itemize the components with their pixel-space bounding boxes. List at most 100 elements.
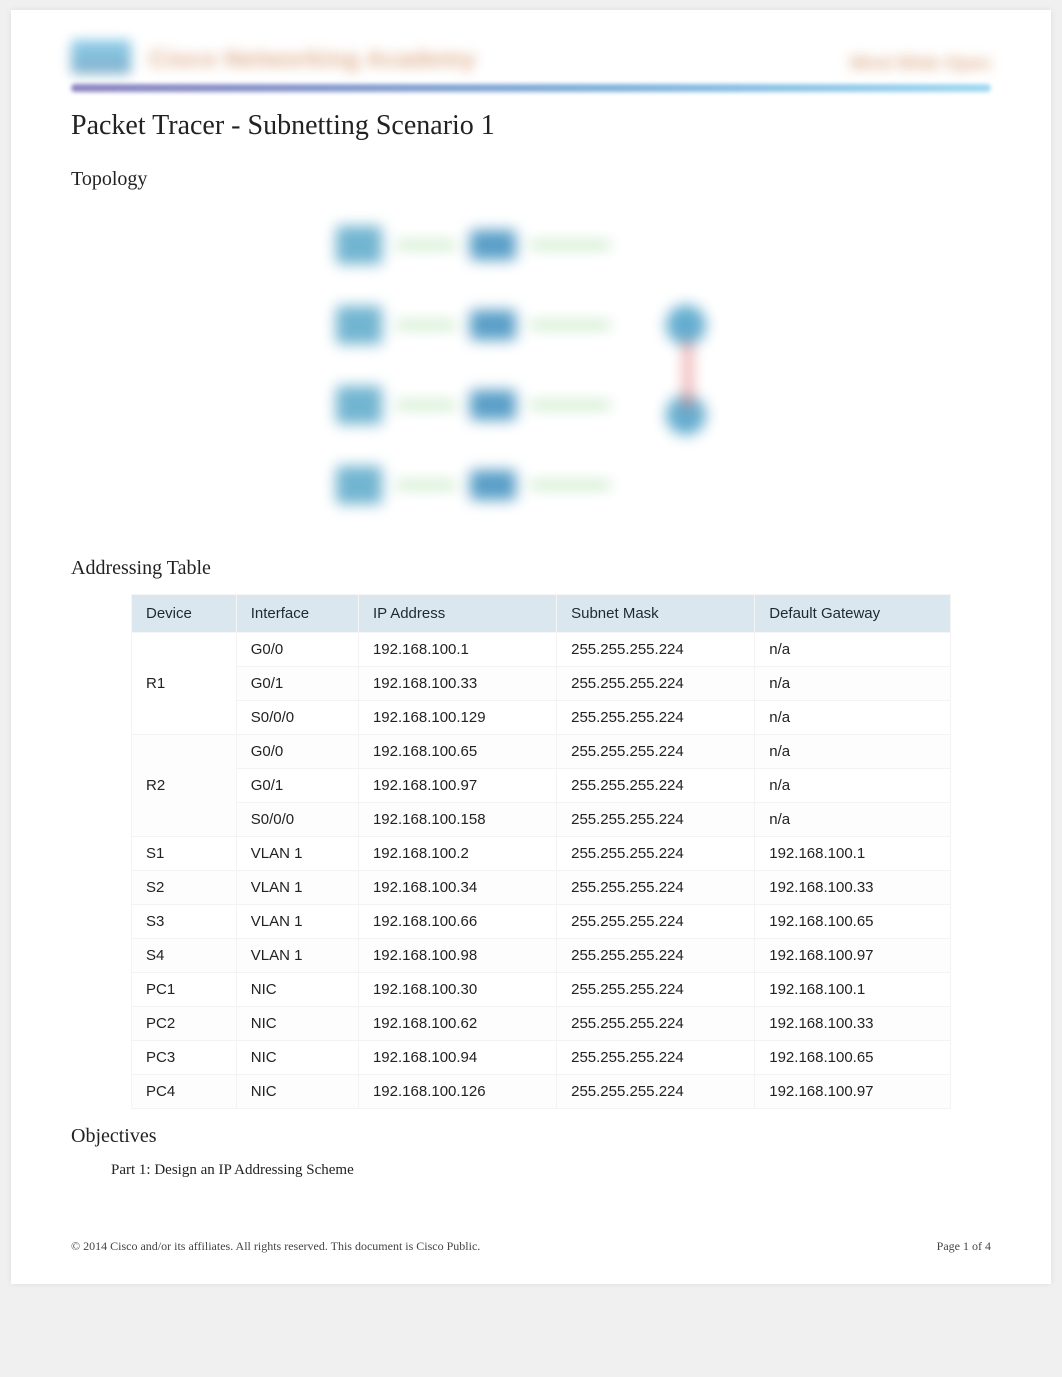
document-page: Cisco Networking Academy Mind Wide Open …	[11, 10, 1051, 1284]
cell-gateway: 192.168.100.97	[755, 939, 951, 973]
switch-icon	[470, 390, 516, 420]
serial-link-icon	[685, 340, 691, 410]
switch-icon	[470, 310, 516, 340]
section-addressing-table: Addressing Table	[71, 557, 991, 580]
table-row: R1G0/0192.168.100.1255.255.255.224n/a	[132, 633, 951, 667]
cell-gateway: 192.168.100.97	[755, 1075, 951, 1109]
cell-interface: NIC	[236, 1041, 358, 1075]
switch-icon	[470, 470, 516, 500]
cell-device: R1	[132, 633, 237, 735]
cell-gateway: 192.168.100.1	[755, 973, 951, 1007]
logo-left-group: Cisco Networking Academy	[71, 40, 476, 74]
footer-page: Page 1 of 4	[937, 1239, 991, 1254]
pc-icon	[336, 386, 382, 424]
cell-interface: VLAN 1	[236, 837, 358, 871]
cell-mask: 255.255.255.224	[557, 1075, 755, 1109]
cell-ip: 192.168.100.65	[358, 735, 556, 769]
cell-ip: 192.168.100.34	[358, 871, 556, 905]
table-row: S0/0/0192.168.100.158255.255.255.224n/a	[132, 803, 951, 837]
pc-icon	[336, 306, 382, 344]
cell-interface: S0/0/0	[236, 803, 358, 837]
col-ip: IP Address	[358, 595, 556, 633]
cell-device: PC1	[132, 973, 237, 1007]
objective-part1: Part 1: Design an IP Addressing Scheme	[111, 1162, 991, 1179]
cell-device: R2	[132, 735, 237, 837]
cell-interface: NIC	[236, 1007, 358, 1041]
cell-gateway: n/a	[755, 803, 951, 837]
section-topology: Topology	[71, 168, 991, 191]
page-footer: © 2014 Cisco and/or its affiliates. All …	[71, 1239, 991, 1254]
topology-figure	[71, 205, 991, 535]
cell-device: PC4	[132, 1075, 237, 1109]
cell-device: S1	[132, 837, 237, 871]
cell-device: PC3	[132, 1041, 237, 1075]
cell-ip: 192.168.100.66	[358, 905, 556, 939]
cell-mask: 255.255.255.224	[557, 905, 755, 939]
table-row: G0/1192.168.100.97255.255.255.224n/a	[132, 769, 951, 803]
cell-interface: G0/0	[236, 735, 358, 769]
page-title: Packet Tracer - Subnetting Scenario 1	[71, 110, 991, 142]
cell-ip: 192.168.100.126	[358, 1075, 556, 1109]
cell-gateway: 192.168.100.65	[755, 1041, 951, 1075]
table-row: PC3NIC192.168.100.94255.255.255.224192.1…	[132, 1041, 951, 1075]
cell-interface: G0/1	[236, 769, 358, 803]
cell-interface: S0/0/0	[236, 701, 358, 735]
cell-mask: 255.255.255.224	[557, 633, 755, 667]
cell-interface: VLAN 1	[236, 905, 358, 939]
cell-mask: 255.255.255.224	[557, 973, 755, 1007]
col-interface: Interface	[236, 595, 358, 633]
cell-interface: VLAN 1	[236, 871, 358, 905]
cell-interface: G0/1	[236, 667, 358, 701]
cell-ip: 192.168.100.33	[358, 667, 556, 701]
cell-interface: VLAN 1	[236, 939, 358, 973]
cell-mask: 255.255.255.224	[557, 939, 755, 973]
cell-mask: 255.255.255.224	[557, 803, 755, 837]
cell-ip: 192.168.100.97	[358, 769, 556, 803]
table-row: G0/1192.168.100.33255.255.255.224n/a	[132, 667, 951, 701]
col-device: Device	[132, 595, 237, 633]
cell-mask: 255.255.255.224	[557, 701, 755, 735]
cell-interface: NIC	[236, 973, 358, 1007]
col-gateway: Default Gateway	[755, 595, 951, 633]
cell-gateway: n/a	[755, 633, 951, 667]
table-row: S4VLAN 1192.168.100.98255.255.255.224192…	[132, 939, 951, 973]
cell-ip: 192.168.100.158	[358, 803, 556, 837]
table-row: PC1NIC192.168.100.30255.255.255.224192.1…	[132, 973, 951, 1007]
cell-gateway: n/a	[755, 701, 951, 735]
pc-icon	[336, 466, 382, 504]
pc-icon	[336, 226, 382, 264]
section-objectives: Objectives	[71, 1125, 991, 1148]
cell-gateway: n/a	[755, 769, 951, 803]
cell-mask: 255.255.255.224	[557, 837, 755, 871]
table-header-row: Device Interface IP Address Subnet Mask …	[132, 595, 951, 633]
cell-mask: 255.255.255.224	[557, 667, 755, 701]
cell-mask: 255.255.255.224	[557, 769, 755, 803]
cell-mask: 255.255.255.224	[557, 871, 755, 905]
cell-mask: 255.255.255.224	[557, 1007, 755, 1041]
program-tagline: Mind Wide Open	[850, 53, 991, 74]
switch-icon	[470, 230, 516, 260]
table-row: PC4NIC192.168.100.126255.255.255.224192.…	[132, 1075, 951, 1109]
cell-ip: 192.168.100.94	[358, 1041, 556, 1075]
addressing-table: Device Interface IP Address Subnet Mask …	[131, 594, 951, 1109]
table-row: S3VLAN 1192.168.100.66255.255.255.224192…	[132, 905, 951, 939]
cell-ip: 192.168.100.1	[358, 633, 556, 667]
table-row: S0/0/0192.168.100.129255.255.255.224n/a	[132, 701, 951, 735]
cell-gateway: n/a	[755, 735, 951, 769]
table-row: R2G0/0192.168.100.65255.255.255.224n/a	[132, 735, 951, 769]
cell-device: PC2	[132, 1007, 237, 1041]
cell-ip: 192.168.100.62	[358, 1007, 556, 1041]
cell-ip: 192.168.100.30	[358, 973, 556, 1007]
col-mask: Subnet Mask	[557, 595, 755, 633]
table-row: PC2NIC192.168.100.62255.255.255.224192.1…	[132, 1007, 951, 1041]
cell-ip: 192.168.100.98	[358, 939, 556, 973]
cell-interface: NIC	[236, 1075, 358, 1109]
cell-device: S2	[132, 871, 237, 905]
cell-device: S4	[132, 939, 237, 973]
cell-ip: 192.168.100.2	[358, 837, 556, 871]
table-row: S1VLAN 1192.168.100.2255.255.255.224192.…	[132, 837, 951, 871]
cell-interface: G0/0	[236, 633, 358, 667]
table-row: S2VLAN 1192.168.100.34255.255.255.224192…	[132, 871, 951, 905]
cell-mask: 255.255.255.224	[557, 735, 755, 769]
router-icon	[666, 305, 706, 345]
